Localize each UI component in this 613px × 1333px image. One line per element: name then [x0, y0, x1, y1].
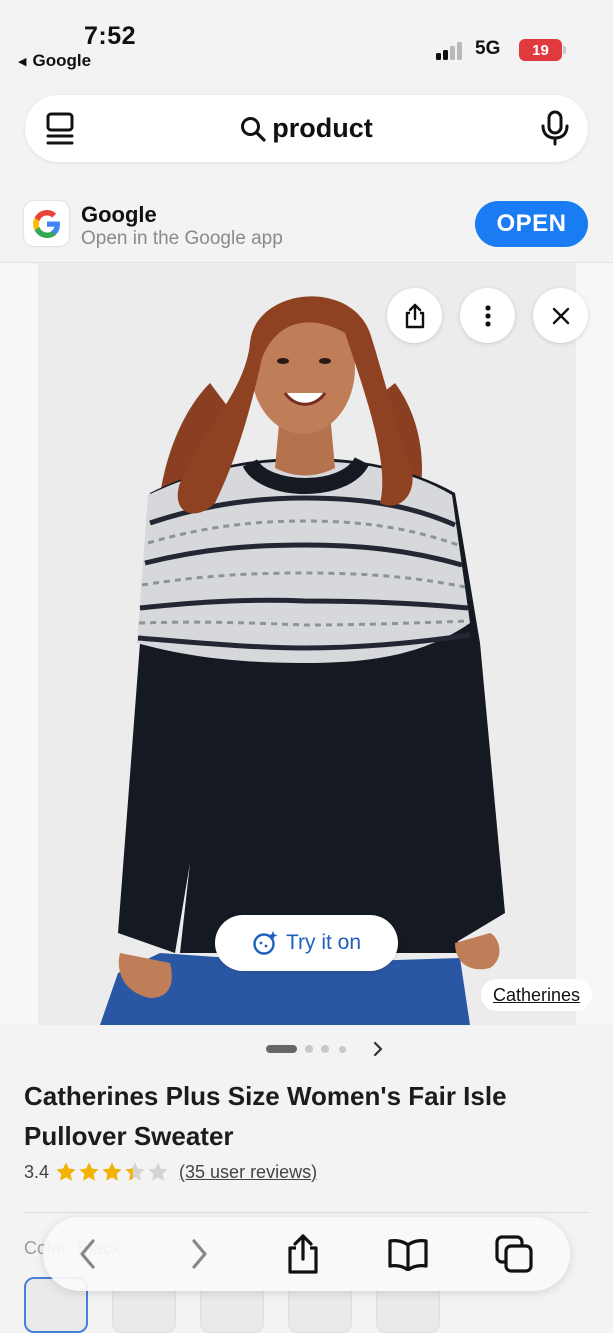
google-logo-icon: [24, 201, 69, 246]
product-title: Catherines Plus Size Women's Fair Isle P…: [24, 1081, 507, 1151]
back-to-app-link[interactable]: ◀ Google: [18, 51, 91, 71]
back-triangle-icon: ◀: [18, 55, 27, 68]
pager-dot[interactable]: [305, 1045, 313, 1053]
chevron-left-icon: [80, 1239, 95, 1269]
try-it-on-label: Try it on: [285, 931, 362, 954]
search-query-text[interactable]: product: [272, 113, 373, 144]
cellular-signal-icon: [436, 40, 466, 60]
try-it-on-button[interactable]: Try it on: [215, 915, 398, 971]
battery-level: 19: [532, 41, 549, 59]
tabs-overview-icon: [495, 1235, 533, 1273]
share-button[interactable]: [387, 288, 442, 343]
star-full-icon: [56, 1162, 76, 1181]
star-full-icon: [79, 1162, 99, 1181]
star-rating: [55, 1161, 169, 1183]
rating-row: 3.4 (35 user reviews): [24, 1159, 317, 1185]
pager-dot[interactable]: [321, 1045, 329, 1053]
tab-switcher-button[interactable]: [491, 1231, 537, 1277]
status-bar: 7:52 ◀ Google 5G 19: [0, 0, 613, 86]
back-button[interactable]: [65, 1231, 111, 1277]
banner-subtitle: Open in the Google app: [81, 228, 283, 249]
more-vertical-icon: [484, 304, 491, 327]
product-image[interactable]: Try it on Catherines: [0, 263, 613, 1025]
open-app-button[interactable]: OPEN: [475, 201, 588, 247]
search-bar[interactable]: product: [25, 95, 588, 162]
forward-button[interactable]: [176, 1231, 222, 1277]
star-empty-icon: [148, 1162, 168, 1181]
app-promo-banner: Google Open in the Google app OPEN: [0, 183, 613, 263]
pager-dot[interactable]: [339, 1046, 346, 1053]
status-time: 7:52: [84, 22, 137, 50]
chevron-right-icon: [192, 1239, 207, 1269]
divider: [24, 1212, 589, 1213]
share-page-button[interactable]: [280, 1231, 326, 1277]
browser-toolbar: [43, 1217, 570, 1291]
pager-dot[interactable]: [266, 1045, 297, 1053]
book-icon: [388, 1239, 428, 1271]
more-options-button[interactable]: [460, 288, 515, 343]
user-reviews-link[interactable]: (35 user reviews): [179, 1162, 317, 1183]
close-button[interactable]: [533, 288, 588, 343]
back-app-label: Google: [32, 51, 92, 70]
bookmarks-button[interactable]: [385, 1231, 431, 1277]
battery-indicator: 19: [519, 39, 566, 61]
star-full-icon: [102, 1162, 122, 1181]
search-icon: [241, 116, 266, 142]
share-icon: [288, 1234, 318, 1274]
image-pager[interactable]: [0, 1036, 613, 1062]
product-photo-illustration: [100, 296, 505, 1025]
share-icon: [405, 303, 424, 328]
chevron-right-icon[interactable]: [368, 1038, 388, 1060]
network-type: 5G: [475, 38, 501, 59]
close-icon: [552, 307, 569, 324]
sparkle-face-icon: [253, 931, 278, 955]
star-half-icon: [125, 1162, 145, 1181]
mic-icon[interactable]: [540, 110, 570, 146]
banner-title: Google: [81, 202, 157, 227]
source-link[interactable]: Catherines: [481, 979, 593, 1011]
rating-value: 3.4: [24, 1161, 50, 1182]
